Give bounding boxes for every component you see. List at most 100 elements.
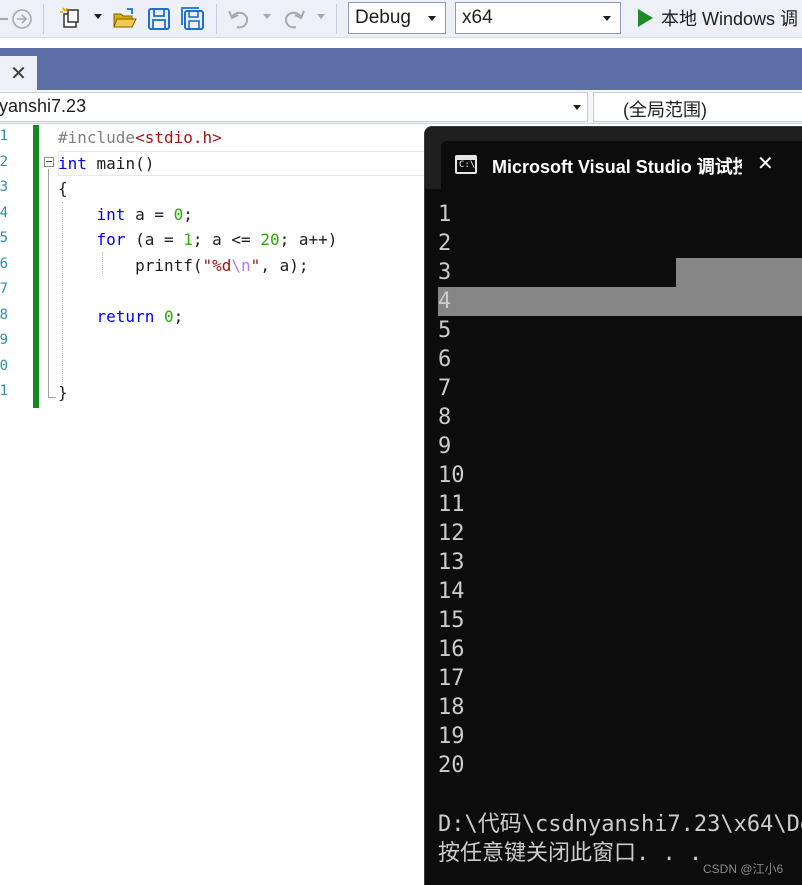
- outline-end-mark: [48, 397, 56, 398]
- console-output-line: 18: [438, 695, 465, 720]
- close-tab-icon[interactable]: ✕: [10, 61, 27, 85]
- code-line[interactable]: }: [58, 380, 68, 405]
- navigation-bar: nyanshi7.23 (全局范围): [0, 90, 802, 124]
- code-token: ;: [173, 306, 184, 326]
- code-token: <stdio.h>: [135, 128, 222, 147]
- code-line[interactable]: printf("%d\n", a);: [58, 253, 308, 278]
- line-number: 8: [0, 306, 8, 323]
- close-icon[interactable]: ✕: [757, 151, 777, 175]
- save-all-icon[interactable]: [180, 6, 206, 32]
- collapse-toggle-icon[interactable]: [44, 157, 54, 167]
- console-output-line: 19: [438, 724, 465, 749]
- code-line[interactable]: #include<stdio.h>: [58, 125, 222, 150]
- code-token: 0: [163, 306, 174, 326]
- code-token: , a);: [260, 255, 309, 275]
- play-icon: [638, 9, 653, 27]
- line-number: 4: [0, 204, 8, 221]
- console-title: Microsoft Visual Studio 调试控制台: [492, 157, 742, 177]
- code-line[interactable]: int main(): [58, 151, 154, 176]
- code-token: ;: [183, 204, 193, 224]
- redo-chevron-down-icon[interactable]: [317, 14, 325, 19]
- code-token: 20: [260, 230, 280, 249]
- line-number: 3: [0, 179, 8, 195]
- code-token: return: [96, 306, 155, 326]
- code-token: 0: [173, 204, 184, 224]
- code-token: int: [96, 204, 126, 224]
- console-output-line: 12: [438, 521, 465, 546]
- navigate-forward-icon[interactable]: [9, 6, 35, 32]
- visual-studio-window: Debug x64 本地 Windows 调 ✕ nyanshi7.23 (全局…: [0, 0, 802, 885]
- undo-chevron-down-icon[interactable]: [263, 14, 271, 19]
- code-token: for: [96, 230, 126, 249]
- toolbar-separator: [216, 4, 217, 34]
- code-token: printf(: [58, 255, 203, 275]
- solution-platform-select[interactable]: x64: [455, 2, 621, 34]
- line-number: 1: [0, 383, 8, 399]
- code-token: (a =: [125, 230, 184, 249]
- document-tab[interactable]: ✕: [0, 56, 37, 90]
- undo-icon[interactable]: [226, 6, 252, 32]
- project-dropdown-value: nyanshi7.23: [0, 96, 87, 116]
- redo-icon[interactable]: [281, 6, 307, 32]
- console-output-line: 5: [438, 318, 452, 343]
- console-output-line: 20: [438, 753, 465, 778]
- code-line[interactable]: {: [58, 176, 68, 201]
- change-tracking-bar: [33, 125, 39, 408]
- save-icon[interactable]: [146, 6, 172, 32]
- code-token: #include: [58, 128, 136, 147]
- console-output-line: 1: [438, 202, 452, 227]
- code-token: ": [250, 255, 261, 275]
- console-output-line: 9: [438, 434, 452, 459]
- console-output-line: 14: [438, 579, 465, 604]
- code-token: main(): [86, 153, 155, 173]
- code-token: "%d: [202, 255, 232, 275]
- solution-configuration-select[interactable]: Debug: [348, 2, 446, 34]
- open-folder-icon[interactable]: [112, 6, 138, 32]
- watermark: CSDN @江小6: [703, 862, 784, 876]
- exit-path-line: D:\代码\csdnyanshi7.23\x64\Debug: [438, 812, 802, 837]
- code-line[interactable]: return 0;: [58, 304, 184, 329]
- line-number: 7: [0, 281, 8, 297]
- line-number: 2: [0, 153, 8, 170]
- configuration-value: Debug: [355, 7, 411, 28]
- line-number: 1: [0, 128, 8, 144]
- scope-dropdown-value: (全局范围): [623, 100, 707, 120]
- console-output-line: 13: [438, 550, 465, 575]
- document-tab-strip: ✕: [0, 48, 802, 90]
- line-number: 5: [0, 230, 8, 246]
- console-output: 1 2 3 4 5 6 7 8 9 10 11 12 13 14 15 16 17 18 19 20: [438, 200, 802, 780]
- console-output-line: 15: [438, 608, 465, 633]
- chevron-down-icon: [603, 16, 611, 21]
- console-output-line: 3: [438, 260, 452, 285]
- console-output-line: 11: [438, 492, 465, 517]
- console-output-line: 4: [438, 289, 452, 314]
- code-line[interactable]: int a = 0;: [58, 202, 193, 227]
- chevron-down-icon: [428, 16, 436, 21]
- console-output-line: 8: [438, 405, 452, 430]
- start-debugging-button[interactable]: 本地 Windows 调: [628, 2, 802, 34]
- console-output-line: 10: [438, 463, 465, 488]
- outline-line: [48, 169, 49, 397]
- code-line[interactable]: for (a = 1; a <= 20; a++): [58, 227, 338, 252]
- new-project-icon[interactable]: [58, 6, 84, 32]
- scope-dropdown[interactable]: (全局范围): [593, 92, 802, 122]
- code-token: 1: [183, 230, 193, 249]
- toolbar-separator: [43, 4, 44, 34]
- debug-console-window: C:\ Microsoft Visual Studio 调试控制台 ✕ 12 3 4…: [424, 126, 802, 885]
- standard-toolbar: Debug x64 本地 Windows 调: [0, 0, 802, 38]
- console-output-line: 16: [438, 637, 465, 662]
- chevron-down-icon[interactable]: [94, 14, 102, 19]
- run-target-label: 本地 Windows 调: [661, 9, 799, 29]
- toolbar-separator: [336, 4, 337, 34]
- console-output-line: 6: [438, 347, 452, 372]
- code-token: ; a <=: [192, 230, 261, 249]
- code-token: ; a++): [279, 230, 338, 249]
- code-token: \n: [231, 255, 251, 275]
- line-number: 0: [0, 357, 8, 374]
- project-dropdown[interactable]: nyanshi7.23: [0, 92, 588, 122]
- console-title-bar: C:\ Microsoft Visual Studio 调试控制台 ✕: [425, 127, 802, 189]
